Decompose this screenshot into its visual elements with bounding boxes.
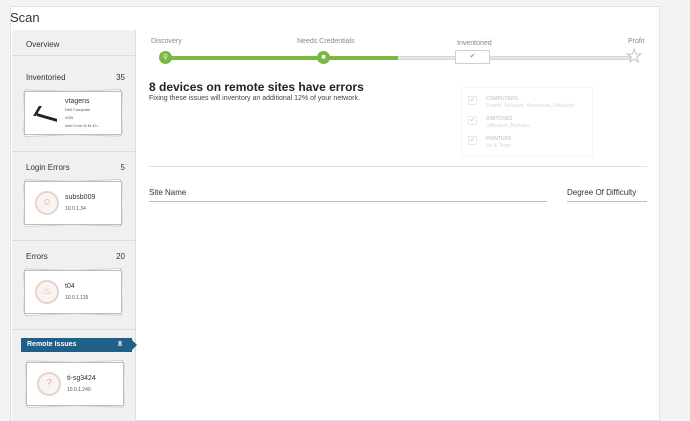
popup-row-title: SWITCHES: [486, 116, 513, 122]
laptop-icon: [33, 104, 57, 124]
progress-fill: [165, 56, 398, 60]
step-label-inventoried: Inventoried: [457, 40, 492, 47]
popup-row-desc: Ink & Toner: [486, 143, 512, 149]
flame-icon: ♨: [35, 280, 59, 304]
device-card[interactable]: vtagens Dell Computer 4GB Intel Core i5 …: [24, 91, 122, 135]
popup-row-desc: Events, Software, Resources, Utilization: [486, 103, 575, 109]
device-card[interactable]: ♨ t04 10.0.1.115: [24, 270, 122, 314]
sidebar-item-inventoried[interactable]: Inventoried: [26, 73, 66, 82]
column-header-difficulty[interactable]: Degree Of Difficulty: [567, 188, 636, 197]
divider: [149, 166, 647, 167]
device-name: ti-sg3424: [67, 375, 96, 382]
page-heading: 8 devices on remote sites have errors: [149, 80, 364, 94]
divider: [12, 240, 136, 241]
device-cpu: Intel Core i5 M 43...: [65, 123, 100, 128]
sidebar-item-errors[interactable]: Errors: [26, 252, 48, 261]
step-label-needs-credentials: Needs Credentials: [297, 38, 355, 45]
check-icon[interactable]: ✔: [455, 50, 490, 64]
inventory-benefits-popup: ✔ COMPUTERS Events, Software, Resources,…: [461, 87, 593, 157]
page-subheading: Fixing these issues will inventory an ad…: [149, 95, 360, 102]
popup-row-title: COMPUTERS: [486, 96, 518, 102]
device-name: subsb009: [65, 194, 96, 201]
device-type: Dell Computer: [65, 107, 91, 112]
user-icon: ☺: [35, 191, 59, 215]
remote-issue-device-card[interactable]: ? ti-sg3424 10.0.1.240: [25, 359, 125, 409]
column-underline: [149, 201, 547, 202]
inventoried-device-card[interactable]: vtagens Dell Computer 4GB Intel Core i5 …: [23, 88, 123, 138]
column-header-site-name[interactable]: Site Name: [149, 188, 186, 197]
sidebar-item-remote-issues[interactable]: Remote Issues 8: [21, 338, 137, 352]
divider: [12, 329, 136, 330]
login-error-device-card[interactable]: ☺ subsb009 10.0.1.34: [23, 178, 123, 228]
remote-issues-pane: ? ti-sg3424 10.0.1.240: [21, 352, 132, 421]
error-device-card[interactable]: ♨ t04 10.0.1.115: [23, 267, 123, 317]
selected-arrow-icon: [132, 340, 137, 350]
step-label-profit: Profit: [628, 38, 645, 45]
check-icon: ✔: [468, 136, 477, 145]
device-memory: 4GB: [65, 115, 74, 120]
divider: [12, 151, 136, 152]
device-name: vtagens: [65, 98, 90, 105]
device-ip: 10.0.1.240: [67, 387, 91, 393]
popup-row-title: PRINTERS: [486, 136, 512, 142]
device-ip: 10.0.1.115: [65, 295, 89, 301]
sidebar-item-overview[interactable]: Overview: [26, 40, 59, 49]
question-icon: ?: [37, 372, 61, 396]
lock-icon[interactable]: ■: [317, 51, 330, 64]
check-icon: ✔: [468, 96, 477, 105]
star-icon[interactable]: ★: [625, 47, 642, 66]
device-card[interactable]: ☺ subsb009 10.0.1.34: [24, 181, 122, 225]
check-icon: ✔: [468, 116, 477, 125]
divider: [12, 55, 136, 56]
device-name: t04: [65, 283, 75, 290]
login-errors-count: 5: [120, 163, 125, 172]
sidebar-item-login-errors[interactable]: Login Errors: [26, 163, 70, 172]
search-icon[interactable]: ⚲: [159, 51, 172, 64]
page-title: Scan: [10, 10, 40, 25]
device-card[interactable]: ? ti-sg3424 10.0.1.240: [26, 362, 124, 406]
remote-issues-count: 8: [118, 341, 122, 348]
remote-issues-label: Remote Issues: [27, 341, 77, 348]
column-underline: [567, 201, 647, 202]
inventoried-count: 35: [116, 73, 125, 82]
step-label-discovery: Discovery: [151, 38, 182, 45]
errors-count: 20: [116, 252, 125, 261]
device-ip: 10.0.1.34: [65, 206, 86, 212]
popup-row-desc: Utilization, Backups: [486, 123, 530, 129]
